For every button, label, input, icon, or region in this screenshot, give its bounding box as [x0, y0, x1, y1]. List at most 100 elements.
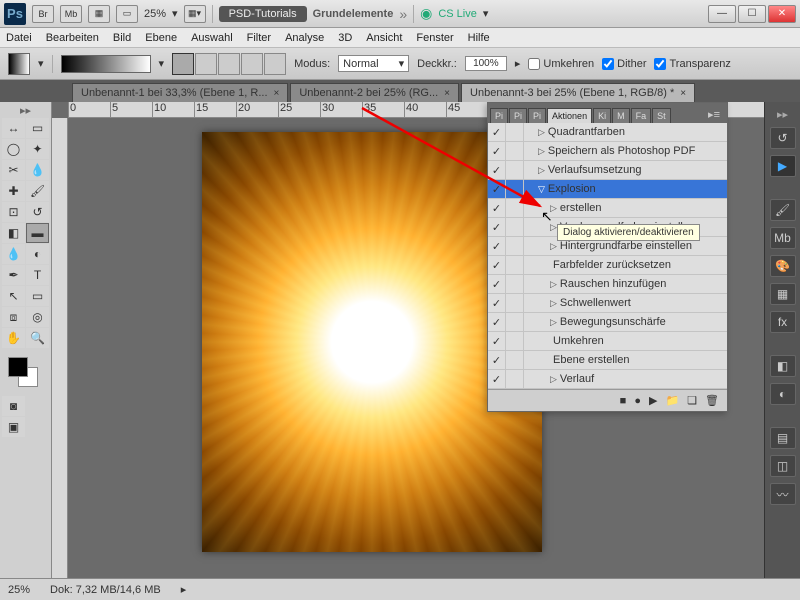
- action-dialog-toggle[interactable]: [506, 180, 524, 198]
- zoom-display[interactable]: 25%: [144, 8, 166, 20]
- action-dialog-toggle[interactable]: [506, 256, 524, 274]
- action-toggle-checkbox[interactable]: ✓: [488, 161, 506, 179]
- minibridge-button[interactable]: Mb: [60, 5, 82, 23]
- menu-hilfe[interactable]: Hilfe: [468, 32, 490, 44]
- action-row[interactable]: ✓Farbfelder zurücksetzen: [488, 256, 727, 275]
- zoom-dropdown-icon[interactable]: ▾: [172, 7, 178, 20]
- action-dialog-toggle[interactable]: [506, 123, 524, 141]
- action-toggle-checkbox[interactable]: ✓: [488, 332, 506, 350]
- brush-tool[interactable]: 🖌: [26, 181, 49, 201]
- status-zoom[interactable]: 25%: [8, 584, 30, 596]
- play-icon[interactable]: ▶: [649, 394, 657, 407]
- panel-tab[interactable]: St: [652, 108, 671, 123]
- action-dialog-toggle[interactable]: [506, 218, 524, 236]
- tool-dropdown-icon[interactable]: ▾: [38, 57, 44, 70]
- panel-tab[interactable]: Pi: [528, 108, 546, 123]
- document-tab[interactable]: Unbenannt-2 bei 25% (RG...×: [290, 83, 459, 102]
- action-row[interactable]: ✓▷Verlauf: [488, 370, 727, 389]
- action-dialog-toggle[interactable]: [506, 332, 524, 350]
- menu-analyse[interactable]: Analyse: [285, 32, 324, 44]
- action-row[interactable]: ✓▷Rauschen hinzufügen: [488, 275, 727, 294]
- deck-dropdown-icon[interactable]: ▸: [515, 57, 521, 70]
- eyedropper-tool[interactable]: 💧: [26, 160, 49, 180]
- menu-bearbeiten[interactable]: Bearbeiten: [46, 32, 99, 44]
- action-toggle-checkbox[interactable]: ✓: [488, 180, 506, 198]
- path-tool[interactable]: ↖: [2, 286, 25, 306]
- panel-tab-aktionen[interactable]: Aktionen: [547, 108, 592, 123]
- action-dialog-toggle[interactable]: [506, 237, 524, 255]
- ruler-vertical[interactable]: [52, 118, 68, 578]
- action-row[interactable]: ✓▽Explosion: [488, 180, 727, 199]
- action-toggle-checkbox[interactable]: ✓: [488, 123, 506, 141]
- color-swatches[interactable]: [2, 355, 49, 391]
- action-dialog-toggle[interactable]: [506, 294, 524, 312]
- action-row[interactable]: ✓▷Speichern als Photoshop PDF: [488, 142, 727, 161]
- action-row[interactable]: ✓▷Schwellenwert: [488, 294, 727, 313]
- dither-checkbox[interactable]: Dither: [602, 58, 646, 70]
- menu-bild[interactable]: Bild: [113, 32, 131, 44]
- crop-tool[interactable]: ✂: [2, 160, 25, 180]
- minibridge-panel-icon[interactable]: Mb: [770, 227, 796, 249]
- modus-select[interactable]: Normal▾: [338, 55, 409, 72]
- wand-tool[interactable]: ✦: [26, 139, 49, 159]
- 3d-tool[interactable]: ⧈: [2, 307, 25, 327]
- delete-icon[interactable]: 🗑: [705, 394, 719, 407]
- close-button[interactable]: ✕: [768, 5, 796, 23]
- foreground-swatch[interactable]: [8, 357, 28, 377]
- action-row[interactable]: ✓▷erstellen: [488, 199, 727, 218]
- color-panel-icon[interactable]: 🎨: [770, 255, 796, 277]
- lasso-tool[interactable]: ◯: [2, 139, 25, 159]
- toolbox-collapse-icon[interactable]: ▸▸: [2, 104, 49, 117]
- history-brush-tool[interactable]: ↺: [26, 202, 49, 222]
- gradient-diamond[interactable]: [264, 53, 286, 75]
- new-action-icon[interactable]: ❏: [687, 394, 697, 407]
- view-extras-button[interactable]: ▦: [88, 5, 110, 23]
- action-toggle-checkbox[interactable]: ✓: [488, 237, 506, 255]
- gradient-tool-icon[interactable]: [8, 53, 30, 75]
- gradient-angle[interactable]: [218, 53, 240, 75]
- action-row[interactable]: ✓Umkehren: [488, 332, 727, 351]
- gradient-reflected[interactable]: [241, 53, 263, 75]
- document-tab[interactable]: Unbenannt-3 bei 25% (Ebene 1, RGB/8) *×: [461, 83, 695, 102]
- panel-tab[interactable]: Fa: [631, 108, 652, 123]
- status-dok[interactable]: Dok: 7,32 MB/14,6 MB: [50, 584, 161, 596]
- eraser-tool[interactable]: ◧: [2, 223, 25, 243]
- action-dialog-toggle[interactable]: [506, 199, 524, 217]
- action-dialog-toggle[interactable]: [506, 351, 524, 369]
- swatches-panel-icon[interactable]: ▦: [770, 283, 796, 305]
- close-tab-icon[interactable]: ×: [444, 88, 450, 99]
- stamp-tool[interactable]: ⊡: [2, 202, 25, 222]
- action-row[interactable]: ✓Ebene erstellen: [488, 351, 727, 370]
- action-toggle-checkbox[interactable]: ✓: [488, 294, 506, 312]
- heal-tool[interactable]: ✚: [2, 181, 25, 201]
- status-dropdown-icon[interactable]: ▸: [181, 583, 187, 596]
- action-toggle-checkbox[interactable]: ✓: [488, 370, 506, 388]
- type-tool[interactable]: T: [26, 265, 49, 285]
- close-tab-icon[interactable]: ×: [274, 88, 280, 99]
- brush-panel-icon[interactable]: 🖌: [770, 199, 796, 221]
- action-toggle-checkbox[interactable]: ✓: [488, 313, 506, 331]
- action-toggle-checkbox[interactable]: ✓: [488, 199, 506, 217]
- menu-fenster[interactable]: Fenster: [416, 32, 453, 44]
- action-dialog-toggle[interactable]: [506, 370, 524, 388]
- stop-icon[interactable]: ■: [620, 395, 627, 407]
- adjust-panel-icon[interactable]: ◧: [770, 355, 796, 377]
- menu-ebene[interactable]: Ebene: [145, 32, 177, 44]
- shape-tool[interactable]: ▭: [26, 286, 49, 306]
- action-toggle-checkbox[interactable]: ✓: [488, 142, 506, 160]
- action-toggle-checkbox[interactable]: ✓: [488, 275, 506, 293]
- paths-panel-icon[interactable]: 〰: [770, 483, 796, 505]
- action-toggle-checkbox[interactable]: ✓: [488, 218, 506, 236]
- record-icon[interactable]: ●: [634, 395, 641, 407]
- history-icon[interactable]: ↺: [770, 127, 796, 149]
- bridge-button[interactable]: Br: [32, 5, 54, 23]
- 3d-camera-tool[interactable]: ◎: [26, 307, 49, 327]
- cslive-label[interactable]: CS Live: [438, 8, 477, 20]
- minimize-button[interactable]: —: [708, 5, 736, 23]
- panel-tab[interactable]: M: [612, 108, 630, 123]
- screenmode-tool[interactable]: ▣: [2, 417, 25, 437]
- action-dialog-toggle[interactable]: [506, 161, 524, 179]
- zoom-tool[interactable]: 🔍: [26, 328, 49, 348]
- menu-3d[interactable]: 3D: [338, 32, 352, 44]
- action-row[interactable]: ✓▷Quadrantfarben: [488, 123, 727, 142]
